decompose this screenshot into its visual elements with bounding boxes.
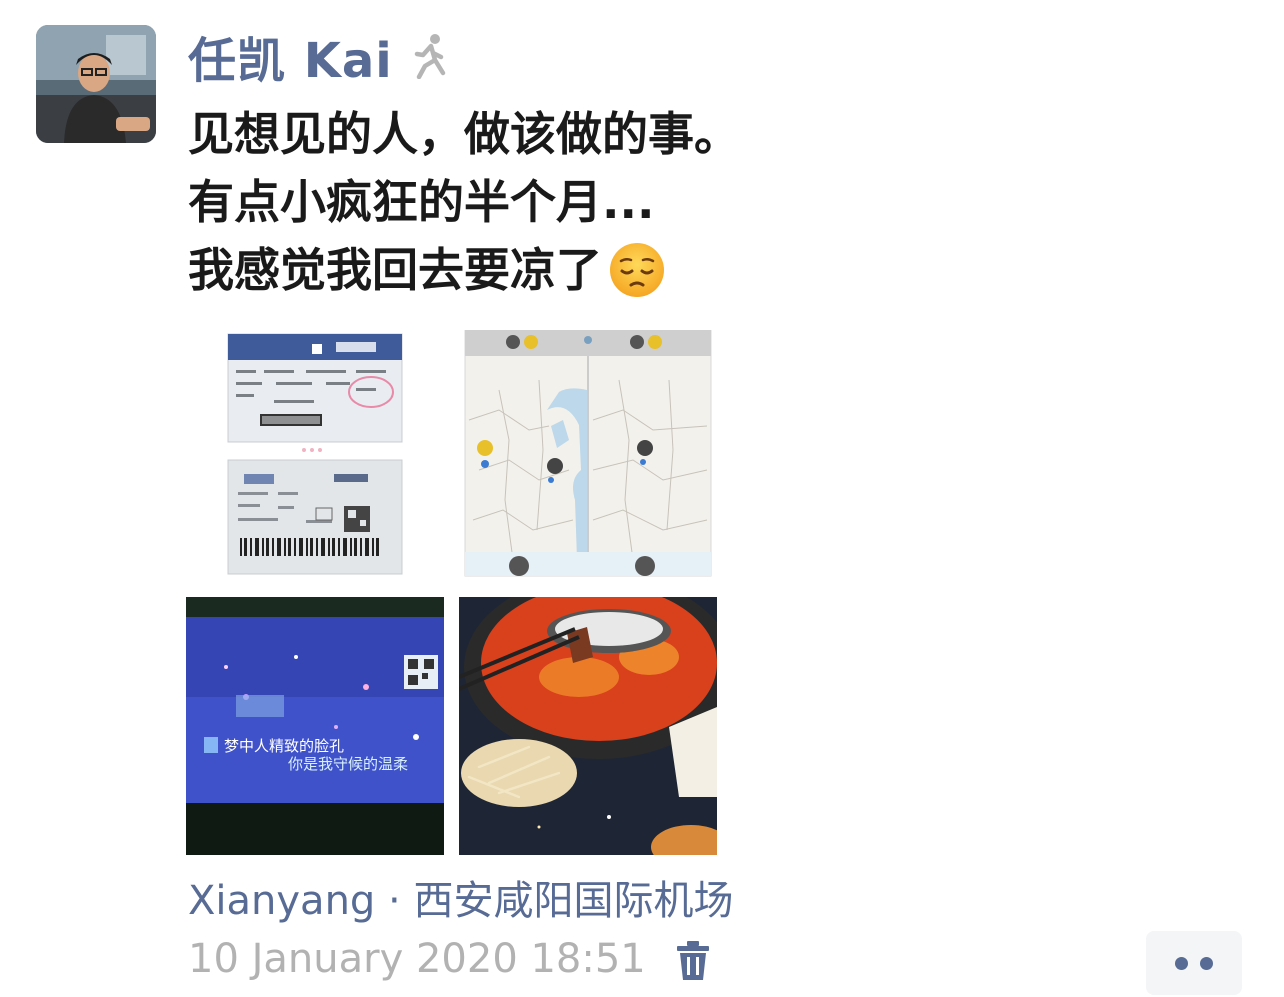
karaoke-screen-photo[interactable]: 梦中人精致的脸孔 你是我守候的温柔 xyxy=(186,597,444,855)
post-line-1: 见想见的人，做该做的事。 xyxy=(188,107,740,161)
post-line-2: 有点小疯狂的半个月... xyxy=(188,175,655,229)
avatar-image xyxy=(36,25,156,143)
trash-icon[interactable] xyxy=(676,940,710,982)
more-button[interactable] xyxy=(1146,931,1242,995)
post-line-3: 我感觉我回去要凉了 xyxy=(188,236,1088,304)
author-name[interactable]: 任凯 Kai xyxy=(188,21,393,91)
hotpot-image xyxy=(459,597,717,855)
location-link[interactable]: Xianyang · 西安咸阳国际机场 xyxy=(188,868,733,926)
post-text: 见想见的人，做该做的事。 有点小疯狂的半个月... 我感觉我回去要凉了 xyxy=(188,100,1088,304)
boarding-passes-image xyxy=(227,333,403,575)
post-line-3-text: 我感觉我回去要凉了 xyxy=(188,243,602,297)
map-screenshot-photo[interactable] xyxy=(459,330,717,588)
more-dots-icon xyxy=(1200,956,1213,970)
post-timestamp: 10 January 2020 18:51 xyxy=(188,936,646,982)
walking-person-icon xyxy=(409,33,451,80)
avatar[interactable] xyxy=(36,25,156,143)
author-row: 任凯 Kai xyxy=(188,26,451,89)
boarding-passes-photo[interactable] xyxy=(186,330,444,588)
karaoke-screen-image: 梦中人精致的脸孔 你是我守候的温柔 xyxy=(186,597,444,855)
lyric-line-2: 你是我守候的温柔 xyxy=(288,755,408,773)
hotpot-photo[interactable] xyxy=(459,597,717,855)
more-dots-icon xyxy=(1175,956,1188,970)
lyric-line-1: 梦中人精致的脸孔 xyxy=(224,737,344,755)
map-screenshot-image xyxy=(464,330,712,577)
pensive-face-emoji xyxy=(608,241,666,299)
